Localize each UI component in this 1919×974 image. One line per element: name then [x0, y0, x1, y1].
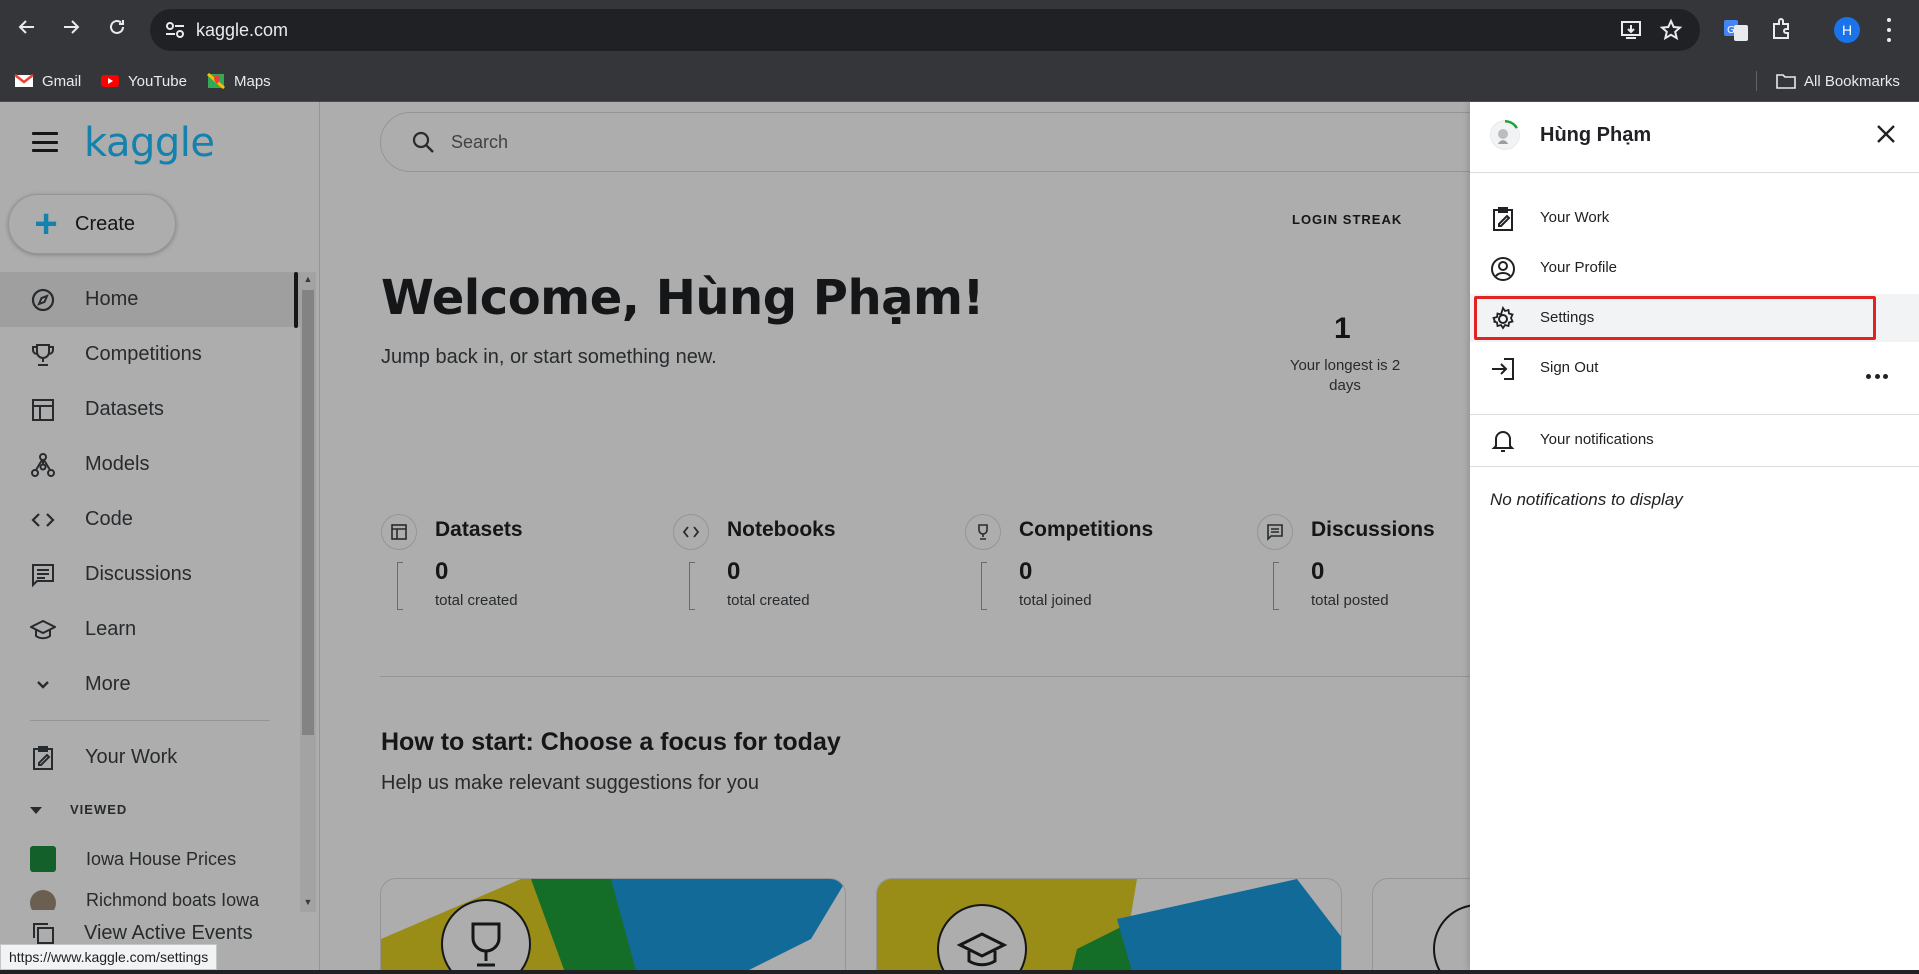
panel-divider [1470, 466, 1919, 467]
clipboard-edit-icon [1493, 207, 1513, 231]
bookmark-gmail[interactable]: Gmail [14, 60, 81, 102]
maps-icon [207, 73, 225, 89]
overlay-scrim[interactable] [0, 102, 1470, 970]
site-info-icon[interactable] [164, 20, 186, 40]
profile-icon [1491, 257, 1515, 281]
more-options-icon[interactable] [1866, 374, 1888, 380]
bookmark-maps[interactable]: Maps [206, 60, 271, 102]
browser-menu-icon[interactable] [1886, 18, 1892, 42]
google-translate-icon[interactable]: G [1722, 16, 1750, 44]
svg-text:G: G [1727, 25, 1735, 36]
forward-icon[interactable] [58, 14, 84, 40]
user-avatar[interactable] [1490, 120, 1520, 150]
panel-divider [1470, 172, 1919, 173]
reload-icon[interactable] [104, 14, 130, 40]
close-icon[interactable] [1874, 122, 1898, 146]
bookmarks-bar: Gmail YouTube Maps All Bookmarks [0, 60, 1919, 102]
panel-item-sign-out[interactable]: Sign Out [1470, 344, 1919, 392]
status-bar-url: https://www.kaggle.com/settings [0, 944, 218, 970]
gmail-icon [14, 74, 34, 87]
profile-avatar[interactable]: H [1834, 17, 1860, 43]
bookmark-youtube[interactable]: YouTube [100, 60, 187, 102]
browser-toolbar: kaggle.com G H [0, 0, 1919, 60]
no-notifications-text: No notifications to display [1490, 490, 1683, 509]
kaggle-page: kaggle + Create Home Competitions Datase… [0, 102, 1919, 970]
extensions-icon[interactable] [1768, 16, 1796, 44]
panel-item-your-work[interactable]: Your Work [1470, 194, 1919, 242]
youtube-icon [101, 75, 119, 87]
panel-item-your-profile[interactable]: Your Profile [1470, 244, 1919, 292]
sign-out-icon [1492, 358, 1514, 380]
all-bookmarks[interactable]: All Bookmarks [1776, 60, 1900, 102]
user-menu-panel: Hùng Phạm Your Work Your Profile Setting… [1470, 102, 1919, 970]
bookmarks-divider [1756, 71, 1757, 91]
bell-icon [1491, 431, 1515, 452]
address-bar[interactable]: kaggle.com [150, 9, 1700, 51]
panel-divider [1470, 414, 1919, 415]
back-icon[interactable] [14, 14, 40, 40]
install-app-icon[interactable] [1620, 19, 1642, 41]
user-name: Hùng Phạm [1540, 124, 1652, 146]
settings-highlight-box [1474, 296, 1876, 340]
url-text: kaggle.com [196, 20, 289, 40]
folder-icon [1776, 74, 1796, 89]
bookmark-star-icon[interactable] [1660, 19, 1682, 41]
notifications-header[interactable]: Your notifications [1470, 416, 1919, 464]
